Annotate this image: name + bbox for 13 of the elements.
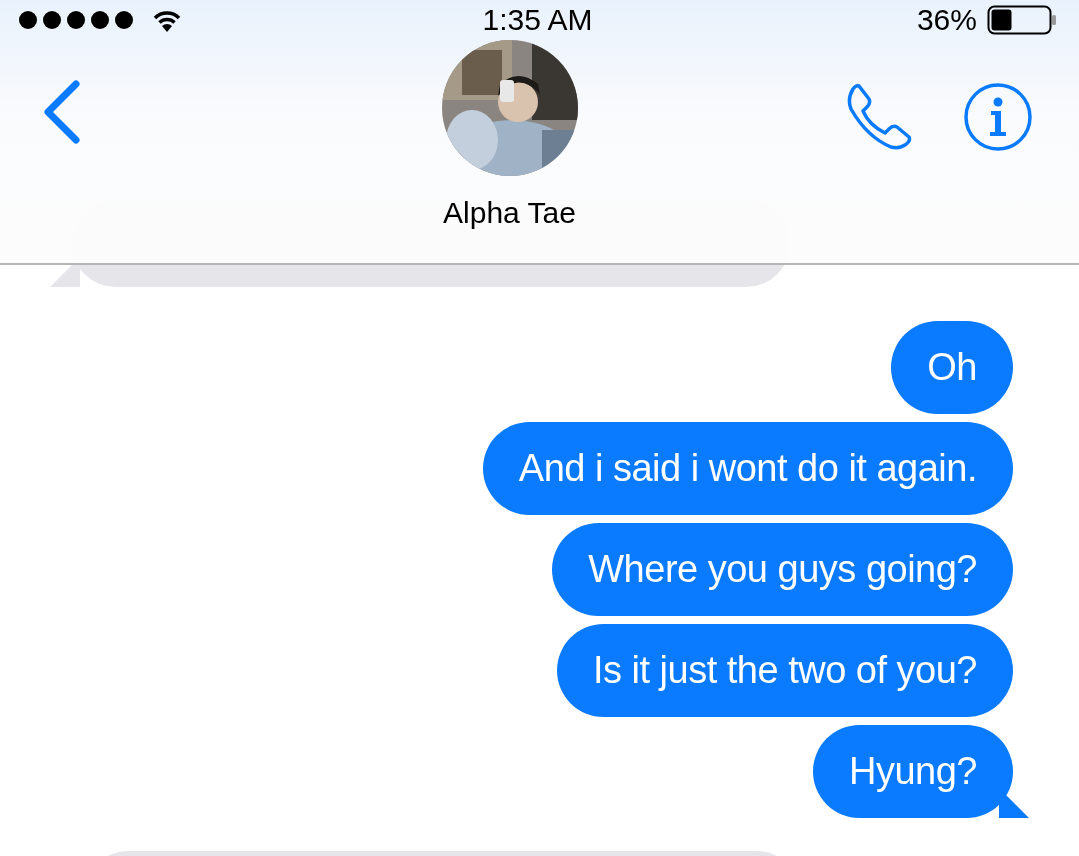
battery-icon (987, 5, 1057, 35)
status-time: 1:35 AM (482, 3, 593, 37)
phone-icon[interactable] (845, 83, 913, 151)
wifi-icon (152, 8, 182, 32)
message-bubble: Hyung? (813, 725, 1013, 818)
message-bubble: Is it just the two of you? (556, 624, 1013, 717)
battery-percentage: 36% (916, 3, 977, 37)
message-bubble: And i said i wont do it again. (482, 422, 1013, 515)
info-icon[interactable] (963, 82, 1033, 152)
back-chevron-icon[interactable] (42, 80, 82, 144)
message-bubble: Where you guys going? (552, 523, 1013, 616)
message-bubble: Oh (891, 321, 1013, 414)
contact-name[interactable]: Alpha Tae (443, 196, 576, 230)
